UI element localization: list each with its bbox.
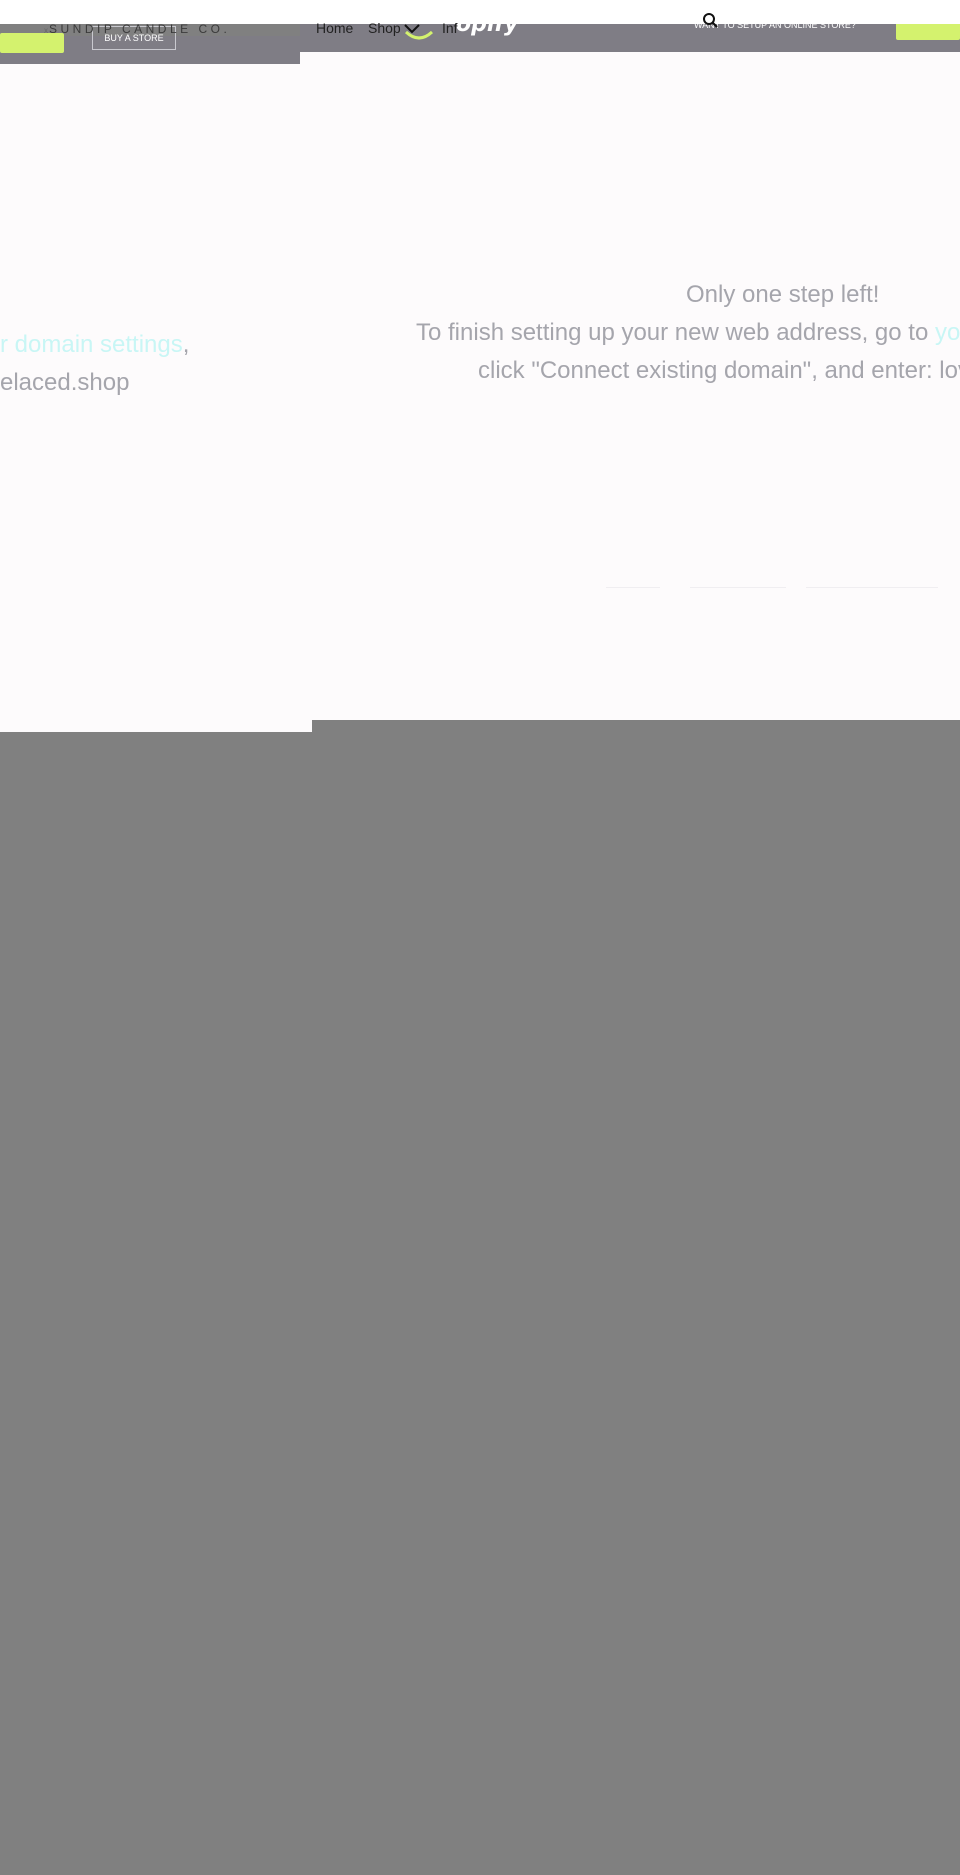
nav-info[interactable]: Inf [442,20,458,36]
nav-home[interactable]: Home [316,20,353,36]
your-domain-settings-link[interactable]: you [935,319,960,346]
message-line2: click "Connect existing domain", and ent… [478,357,960,384]
left-domain-text: elaced.shop [0,369,130,396]
store-brand[interactable]: xSUNDIP CANDLE CO. [44,22,230,36]
nav-shop[interactable]: Shop [368,20,401,36]
left-message-line1: r domain settings, [0,331,189,359]
right-message-clip: Only one step left! To finish setting up… [300,270,960,390]
message-line1-text: To finish setting up your new web addres… [416,319,935,346]
footer-rule-1 [606,587,660,588]
footer-rule-2 [690,587,786,588]
domain-settings-link[interactable]: r domain settings [0,331,183,358]
store-nav-bar [0,0,960,24]
message-line1: To finish setting up your new web addres… [416,319,960,347]
footer-rule-3 [806,587,938,588]
brand-prefix: x [44,26,48,35]
brand-name: SUNDIP CANDLE CO. [49,22,231,36]
left-comma: , [182,331,190,358]
message-heading: Only one step left! [686,281,880,308]
search-icon[interactable] [702,12,718,28]
chevron-down-icon[interactable] [404,23,420,35]
start-free-trial-button-left[interactable] [0,33,64,53]
left-message-clip: r domain settings, elaced.shop [0,320,312,410]
